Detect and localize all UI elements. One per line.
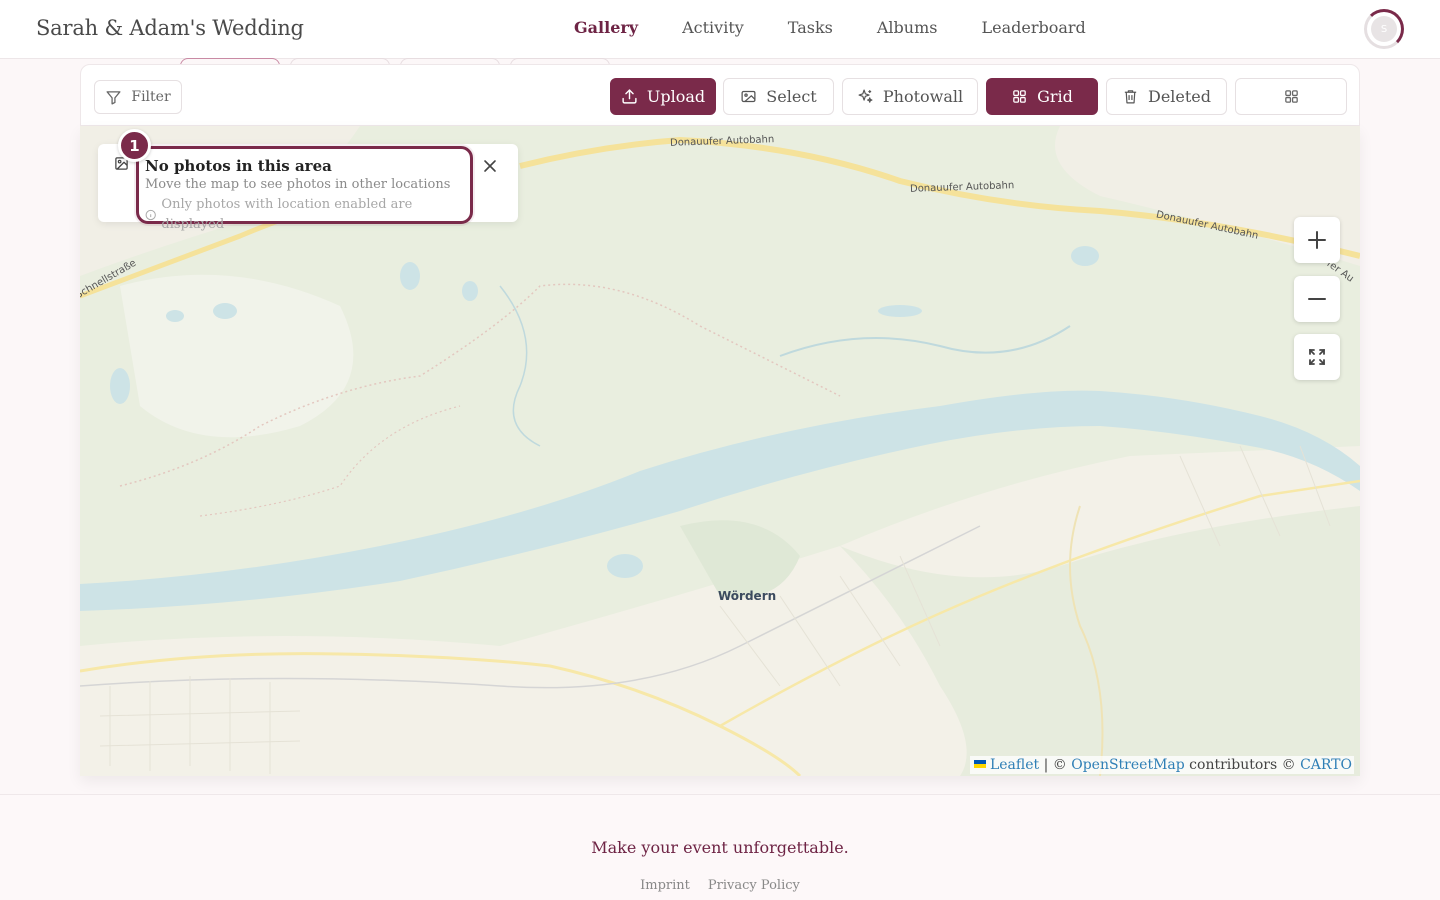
select-label: Select bbox=[766, 87, 817, 106]
avatar-initial: S bbox=[1371, 16, 1397, 42]
page-footer: Make your event unforgettable. Imprint P… bbox=[0, 794, 1440, 900]
upload-button[interactable]: Upload bbox=[610, 78, 716, 115]
town-label: Wördern bbox=[718, 589, 777, 603]
image-icon bbox=[741, 90, 756, 103]
nav-tasks[interactable]: Tasks bbox=[766, 18, 855, 37]
minus-icon bbox=[1308, 298, 1326, 300]
info-icon bbox=[145, 209, 156, 221]
osm-link[interactable]: OpenStreetMap bbox=[1071, 757, 1185, 773]
attribution-contributors: contributors © bbox=[1184, 757, 1301, 773]
fullscreen-button[interactable] bbox=[1294, 334, 1340, 380]
nav-activity[interactable]: Activity bbox=[660, 18, 766, 37]
empty-note-text: Only photos with location enabled are di… bbox=[161, 197, 413, 232]
zoom-out-button[interactable] bbox=[1294, 276, 1340, 322]
expand-icon bbox=[1309, 349, 1325, 365]
user-avatar[interactable]: S bbox=[1364, 9, 1404, 49]
onboarding-highlight: No photos in this area Move the map to s… bbox=[136, 146, 473, 232]
privacy-policy-link[interactable]: Privacy Policy bbox=[708, 878, 800, 893]
gallery-toolbar: Filter Upload Select Photowall Grid Dele… bbox=[80, 64, 1360, 126]
plus-icon bbox=[1308, 231, 1326, 249]
grid-icon bbox=[1013, 90, 1026, 103]
deleted-button[interactable]: Deleted bbox=[1106, 78, 1227, 115]
upload-label: Upload bbox=[646, 87, 706, 106]
select-button[interactable]: Select bbox=[723, 78, 834, 115]
imprint-link[interactable]: Imprint bbox=[640, 878, 690, 893]
event-title[interactable]: Sarah & Adam's Wedding bbox=[36, 16, 304, 40]
top-header: Sarah & Adam's Wedding Gallery Activity … bbox=[0, 0, 1440, 59]
filter-icon bbox=[106, 90, 121, 105]
close-icon[interactable] bbox=[482, 158, 498, 174]
empty-subtitle: Move the map to see photos in other loca… bbox=[145, 177, 451, 192]
nav-albums[interactable]: Albums bbox=[855, 18, 960, 37]
grid-view-button[interactable]: Grid bbox=[986, 78, 1098, 115]
step-badge: 1 bbox=[118, 129, 151, 162]
photo-map[interactable]: Donauufer Autobahn Donauufer Autobahn Do… bbox=[80, 126, 1360, 776]
grid-label: Grid bbox=[1037, 87, 1073, 106]
deleted-label: Deleted bbox=[1147, 87, 1212, 106]
empty-title: No photos in this area bbox=[145, 157, 332, 175]
filter-button[interactable]: Filter bbox=[94, 80, 182, 114]
nav-leaderboard[interactable]: Leaderboard bbox=[959, 18, 1107, 37]
sparkles-icon bbox=[858, 89, 873, 103]
grid-icon bbox=[1284, 90, 1298, 103]
empty-note: Only photos with location enabled are di… bbox=[145, 195, 464, 235]
photowall-label: Photowall bbox=[882, 87, 964, 106]
footer-links: Imprint Privacy Policy bbox=[0, 878, 1440, 893]
zoom-in-button[interactable] bbox=[1294, 217, 1340, 263]
nav-gallery[interactable]: Gallery bbox=[552, 18, 660, 37]
trash-icon bbox=[1124, 90, 1137, 104]
ukraine-flag-icon bbox=[973, 760, 986, 768]
leaflet-link[interactable]: Leaflet bbox=[990, 757, 1039, 773]
layout-toggle-button[interactable] bbox=[1235, 78, 1347, 115]
carto-link[interactable]: CARTO bbox=[1300, 757, 1352, 773]
filter-label: Filter bbox=[131, 89, 171, 105]
main-nav: Gallery Activity Tasks Albums Leaderboar… bbox=[552, 18, 1108, 37]
photowall-button[interactable]: Photowall bbox=[842, 78, 978, 115]
map-attribution: Leaflet | © OpenStreetMap contributors ©… bbox=[969, 756, 1354, 774]
attribution-sep: | © bbox=[1039, 757, 1072, 773]
footer-tagline: Make your event unforgettable. bbox=[591, 838, 849, 857]
upload-icon bbox=[622, 89, 637, 104]
